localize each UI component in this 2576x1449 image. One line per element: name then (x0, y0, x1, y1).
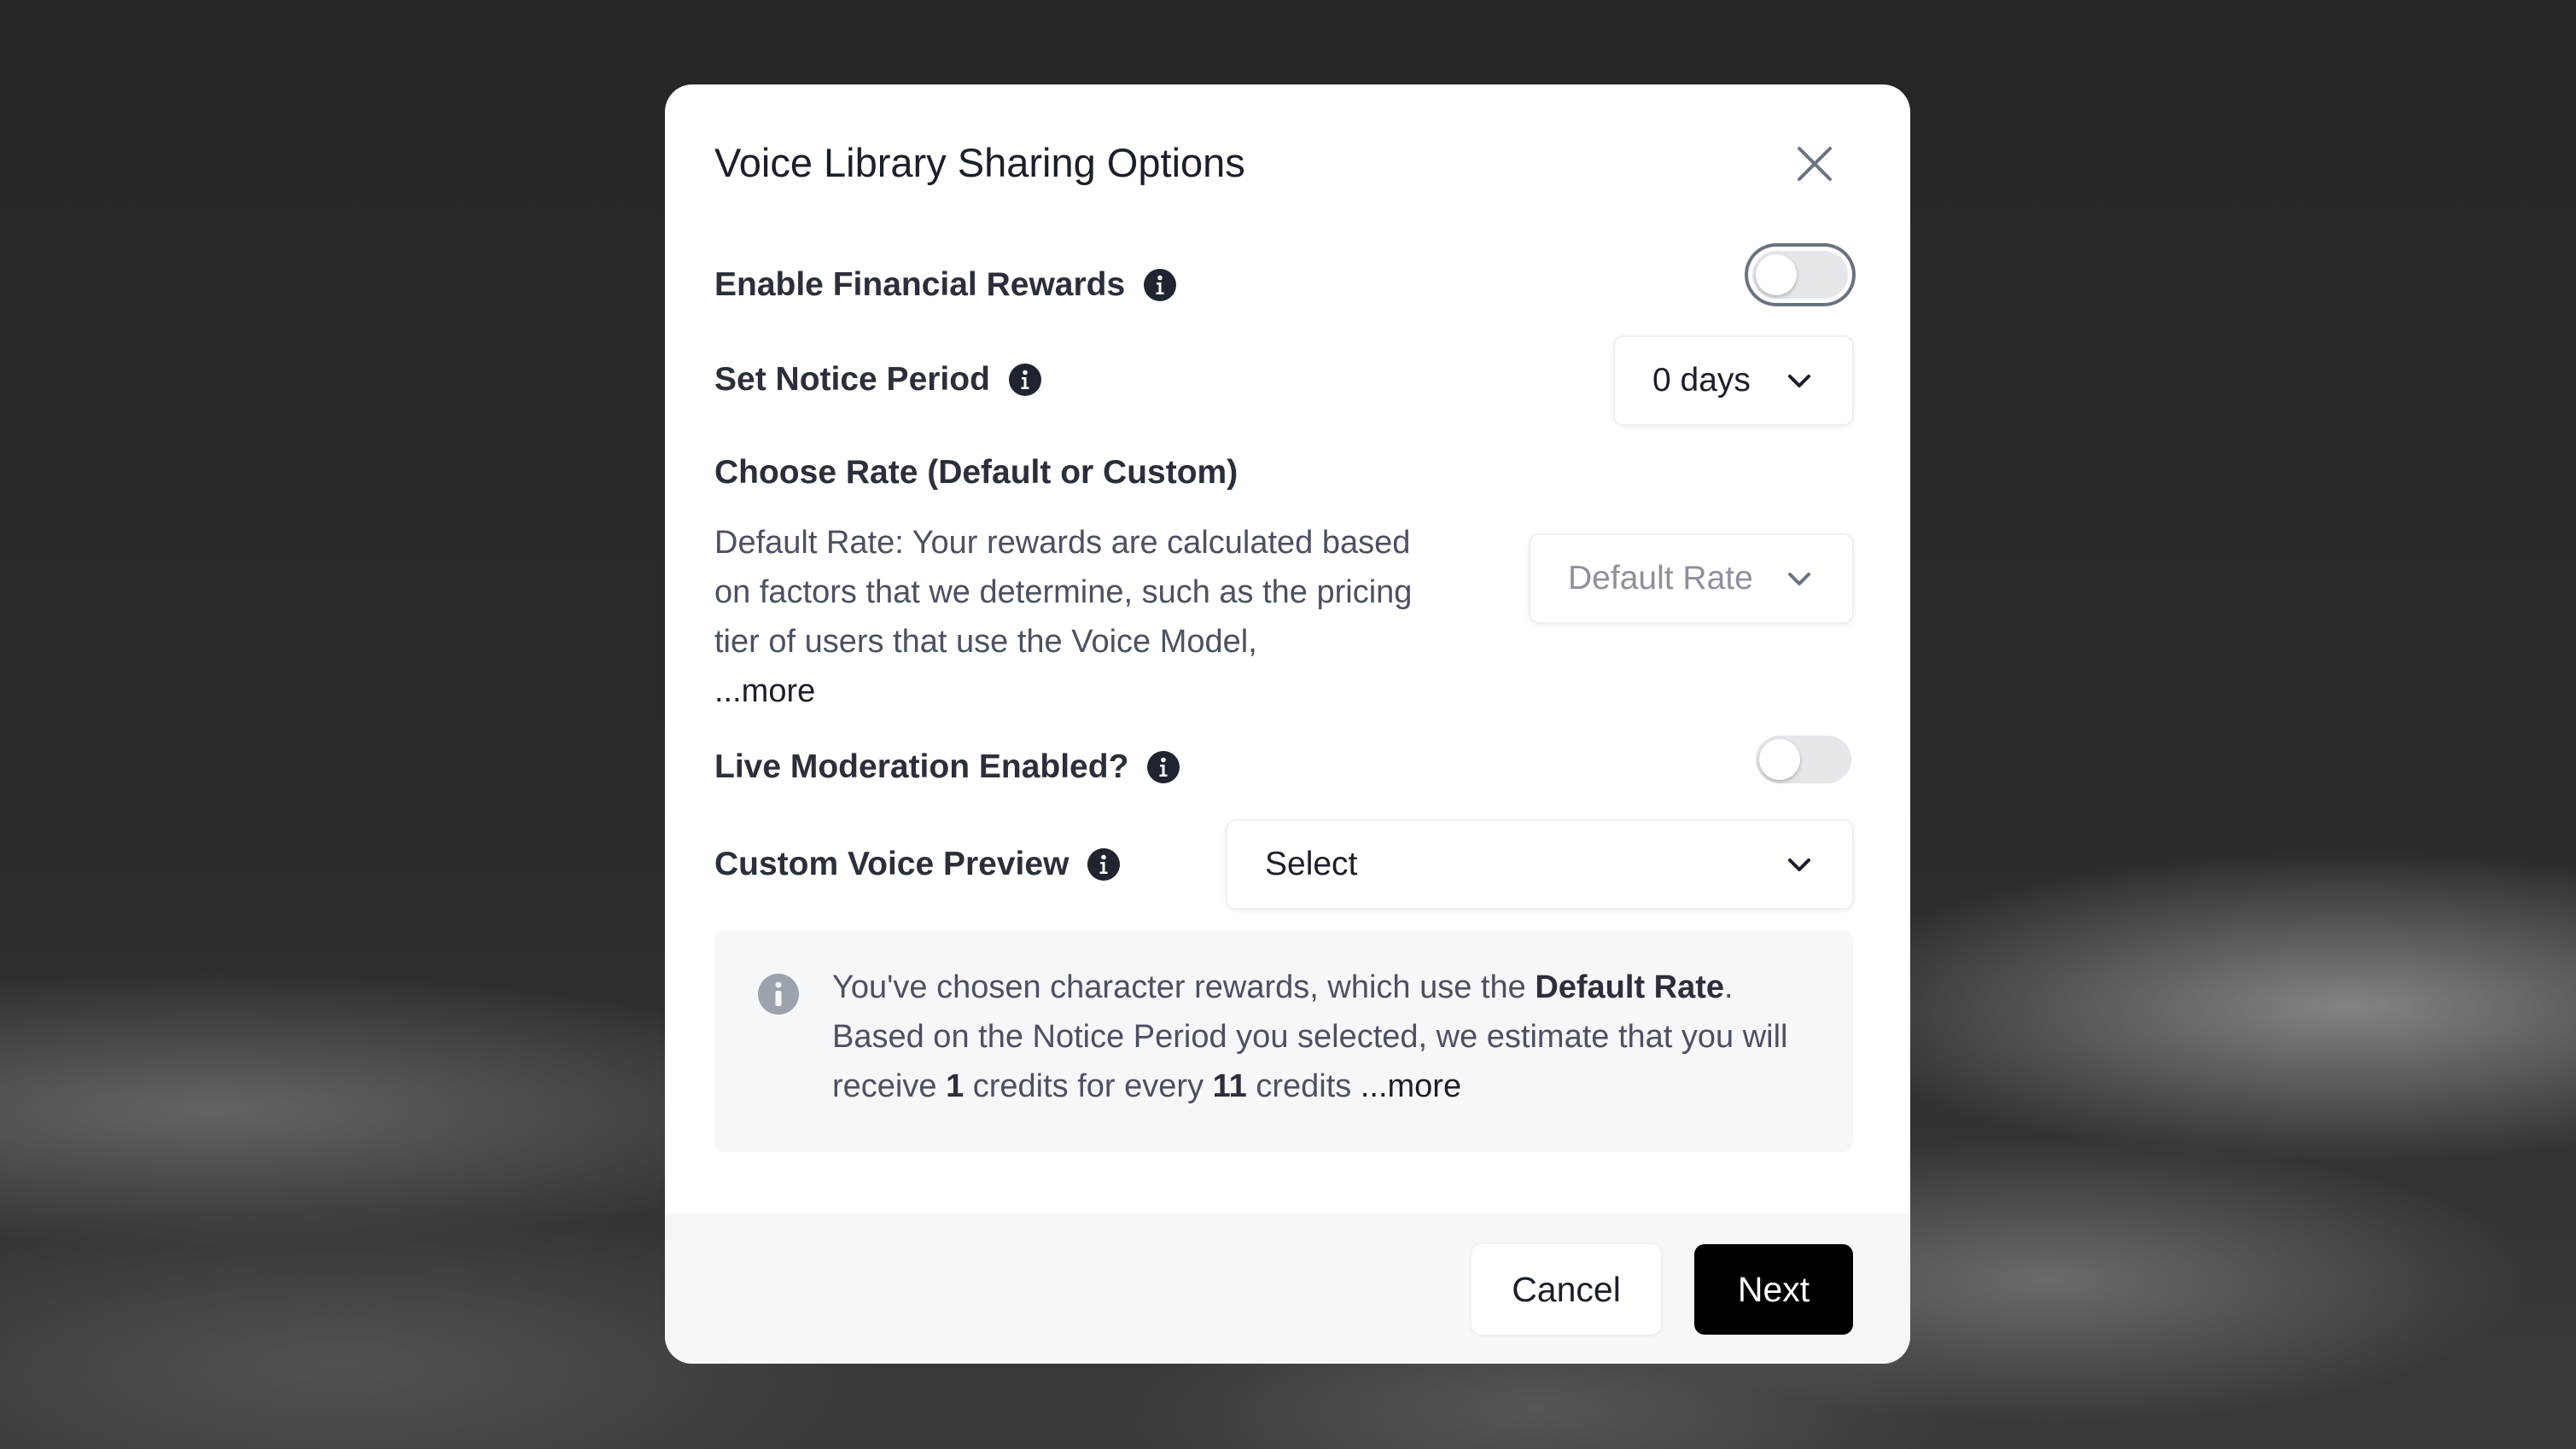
chevron-down-icon (1786, 565, 1813, 592)
close-button[interactable] (1790, 139, 1839, 189)
cancel-button[interactable]: Cancel (1472, 1244, 1661, 1335)
notice-period-label: Set Notice Period (714, 361, 990, 398)
chevron-down-icon (1786, 851, 1813, 878)
financial-rewards-label: Enable Financial Rewards (714, 266, 1126, 303)
rate-dropdown[interactable]: Default Rate (1529, 533, 1854, 624)
rate-description-text: Default Rate: Your rewards are calculate… (714, 525, 1413, 660)
notice-period-dropdown[interactable]: 0 days (1613, 335, 1854, 426)
info-icon (757, 973, 800, 1015)
notice-credits-received: 1 (946, 1068, 965, 1104)
rewards-estimate-notice: You've chosen character rewards, which u… (714, 930, 1853, 1152)
rate-more-link[interactable]: ...more (714, 673, 815, 709)
toggle-knob (1759, 739, 1800, 780)
custom-voice-preview-select[interactable]: Select (1226, 819, 1854, 910)
next-button[interactable]: Next (1694, 1244, 1853, 1335)
toggle-knob (1756, 254, 1797, 295)
chevron-down-icon (1786, 367, 1813, 394)
financial-rewards-row: Enable Financial Rewards (714, 264, 1177, 306)
dialog-footer: Cancel Next (665, 1213, 1910, 1364)
sharing-options-dialog: Voice Library Sharing Options Enable Fin… (665, 84, 1910, 1364)
live-moderation-row: Live Moderation Enabled? (714, 746, 1180, 789)
custom-voice-preview-label: Custom Voice Preview (714, 846, 1069, 882)
info-icon[interactable] (1087, 848, 1121, 881)
live-moderation-toggle[interactable] (1756, 736, 1851, 783)
notice-text-part: credits (1246, 1068, 1361, 1104)
live-moderation-label: Live Moderation Enabled? (714, 748, 1129, 785)
notice-rate-name: Default Rate (1535, 969, 1725, 1005)
notice-text-part: credits for every (964, 1068, 1213, 1104)
close-icon (1798, 147, 1832, 181)
notice-text: You've chosen character rewards, which u… (832, 963, 1814, 1111)
default-rate-description: Default Rate: Your rewards are calculate… (714, 518, 1448, 716)
info-icon[interactable] (1147, 751, 1180, 783)
custom-voice-preview-value: Select (1265, 846, 1358, 882)
info-icon[interactable] (1144, 269, 1177, 301)
info-icon[interactable] (1008, 364, 1041, 396)
dialog-title: Voice Library Sharing Options (714, 140, 1245, 185)
custom-voice-preview-row: Custom Voice Preview (714, 843, 1121, 886)
choose-rate-heading: Choose Rate (Default or Custom) (714, 451, 1238, 494)
notice-more-link[interactable]: ...more (1361, 1068, 1461, 1104)
choose-rate-label: Choose Rate (Default or Custom) (714, 454, 1238, 491)
rate-dropdown-value: Default Rate (1568, 560, 1753, 596)
financial-rewards-toggle[interactable] (1752, 251, 1848, 299)
notice-credits-per: 11 (1212, 1068, 1247, 1104)
notice-period-value: 0 days (1652, 362, 1751, 399)
notice-period-row: Set Notice Period (714, 358, 1041, 401)
notice-text-part: You've chosen character rewards, which u… (832, 969, 1536, 1005)
